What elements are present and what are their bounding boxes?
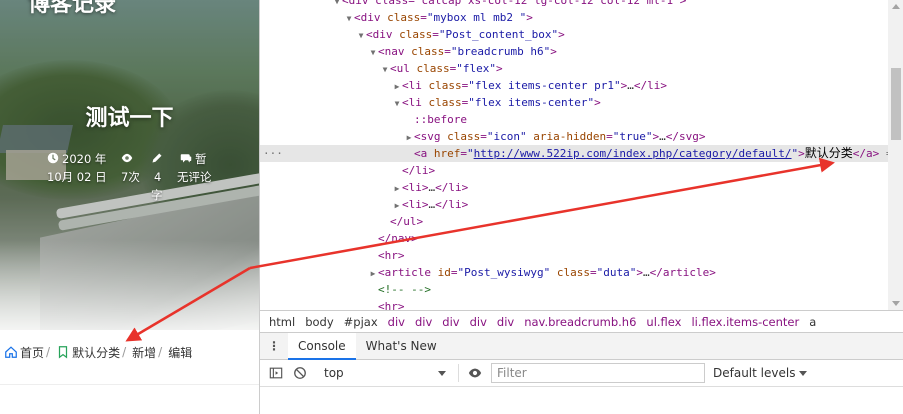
scrollbar-thumb[interactable] [891,68,901,140]
comment-icon [180,151,192,163]
meta-date-year: 2020 年 [62,152,107,166]
blog-page: 博客记录 测试一下 2020 年 10月 02 日 7次 4 字 暂 无评论 首… [0,0,259,414]
meta-comments-line1: 暂 [195,152,207,166]
drawer-tabs: ⋮ Console What's New [260,332,903,360]
context-select[interactable]: top [320,366,450,380]
dom-node-row[interactable]: <hr> [260,298,888,310]
dom-breadcrumb-item[interactable]: div [415,315,432,329]
chevron-down-icon [799,370,808,376]
post-title: 测试一下 [85,106,174,131]
drawer-menu-icon[interactable]: ⋮ [260,339,288,353]
expand-toggle-icon[interactable]: ▼ [392,95,402,112]
meta-views: 7次 [121,150,140,186]
meta-words-unit: 字 [151,188,163,202]
dom-breadcrumb-item[interactable]: div [388,315,405,329]
tab-whats-new[interactable]: What's New [356,333,447,360]
dom-node-row[interactable]: ::before [260,111,888,128]
dom-node-row[interactable]: ▶ <svg class="icon" aria-hidden="true">…<… [260,128,888,145]
clear-console-icon[interactable] [292,365,308,381]
dom-node-row[interactable]: ▼ <ul class="flex"> [260,60,888,77]
dom-node-row[interactable]: ··· <a href="http://www.522ip.com/index.p… [260,145,888,162]
chevron-down-icon [438,370,446,376]
eye-icon [121,151,133,163]
scroll-up-icon[interactable] [892,4,900,9]
dom-node-row[interactable]: </nav> [260,230,888,247]
dom-breadcrumb-item[interactable]: nav.breadcrumb.h6 [524,315,636,329]
dom-node-row[interactable]: ▼ <div class="catcap xs-col-12 lg-col-12 … [260,0,888,9]
dom-node-row[interactable]: ▼ <nav class="breadcrumb h6"> [260,43,888,60]
elements-scrollbar[interactable] [888,0,903,310]
scroll-down-icon[interactable] [892,301,900,306]
dom-breadcrumb-item[interactable]: #pjax [344,315,378,329]
console-filter-input[interactable] [491,363,705,383]
dom-breadcrumb-item[interactable]: body [305,315,333,329]
breadcrumb-separator: / [158,345,163,359]
breadcrumb-separator: / [46,345,51,359]
site-title[interactable]: 博客记录 [28,0,116,18]
bookmark-icon [56,345,70,359]
sidebar-toggle-icon[interactable] [268,365,284,381]
dom-node-row[interactable]: <!-- --> [260,281,888,298]
dom-node-row[interactable]: ▶ <li class="flex items-center pr1">…</li… [260,77,888,94]
breadcrumb: 首页 / 默认分类 / 新增 / 编辑 [4,342,192,362]
context-value: top [324,366,344,380]
dom-node-row[interactable]: </ul> [260,213,888,230]
breadcrumb-edit[interactable]: 编辑 [168,344,192,361]
dom-node-row[interactable]: ▼ <div class="mybox ml mb2 "> [260,9,888,26]
expand-toggle-icon[interactable]: ▼ [368,44,378,61]
hero-banner: 博客记录 测试一下 2020 年 10月 02 日 7次 4 字 暂 无评论 [0,0,259,330]
clock-icon [47,151,59,164]
home-icon [4,345,18,359]
meta-date-day: 10月 02 日 [47,170,107,184]
expand-toggle-icon[interactable]: ▶ [368,265,378,282]
dom-node-row[interactable]: ▼ <div class="Post_content_box"> [260,26,888,43]
devtools-panel: ▼ <div class="catcap xs-col-12 lg-col-12 … [259,0,903,414]
dom-node-row[interactable]: ▶ <li>…</li> [260,179,888,196]
dom-node-row[interactable]: </li> [260,162,888,179]
breadcrumb-home[interactable]: 首页 [20,344,44,361]
content-divider [0,384,259,385]
dom-breadcrumb-item[interactable]: html [269,315,295,329]
breadcrumb-separator: / [122,345,127,359]
meta-comments: 暂 无评论 [177,150,212,186]
breadcrumb-new[interactable]: 新增 [132,344,156,361]
dom-breadcrumb-item[interactable]: div [442,315,459,329]
dom-breadcrumb-item[interactable]: ul.flex [646,315,681,329]
dom-node-row[interactable]: <hr> [260,247,888,264]
expand-toggle-icon[interactable]: ▼ [344,10,354,27]
dom-breadcrumb-item[interactable]: a [809,315,816,329]
expand-toggle-icon[interactable]: ▼ [356,27,366,44]
meta-date: 2020 年 10月 02 日 [47,150,107,186]
log-levels-label: Default levels [713,366,796,380]
elements-tree[interactable]: ▼ <div class="catcap xs-col-12 lg-col-12 … [260,0,888,310]
screenshot-root: 博客记录 测试一下 2020 年 10月 02 日 7次 4 字 暂 无评论 首… [0,0,903,414]
dom-node-row[interactable]: ▶ <article id="Post_wysiwyg" class="duta"… [260,264,888,281]
dom-breadcrumb-item[interactable]: li.flex.items-center [691,315,799,329]
expand-toggle-icon[interactable]: ▶ [392,78,402,95]
pen-icon [151,151,163,163]
dom-breadcrumb-item[interactable]: div [497,315,514,329]
meta-words: 4 字 [151,150,166,204]
breadcrumb-category[interactable]: 默认分类 [72,344,120,361]
console-toolbar: top Default levels [260,360,903,387]
dom-breadcrumb-item[interactable]: div [470,315,487,329]
meta-comments-line2: 无评论 [177,170,212,184]
dom-node-row[interactable]: ▶ <li>…</li> [260,196,888,213]
dom-node-row[interactable]: ▼ <li class="flex items-center"> [260,94,888,111]
log-levels-dropdown[interactable]: Default levels [713,366,808,380]
expand-toggle-icon[interactable]: ▶ [404,129,414,146]
node-options-icon[interactable]: ··· [263,145,283,162]
expand-toggle-icon[interactable]: ▶ [392,197,402,214]
meta-views-count: 7次 [121,170,140,184]
dom-breadcrumb-bar: html body #pjax div div div div div nav.breadcru… [260,310,903,333]
hero-fade [0,240,259,330]
expand-toggle-icon[interactable]: ▶ [392,180,402,197]
meta-words-count: 4 [154,170,162,184]
tab-console[interactable]: Console [288,332,356,360]
eye-icon[interactable] [467,365,483,381]
toolbar-divider [458,364,459,382]
expand-toggle-icon[interactable]: ▼ [380,61,390,78]
